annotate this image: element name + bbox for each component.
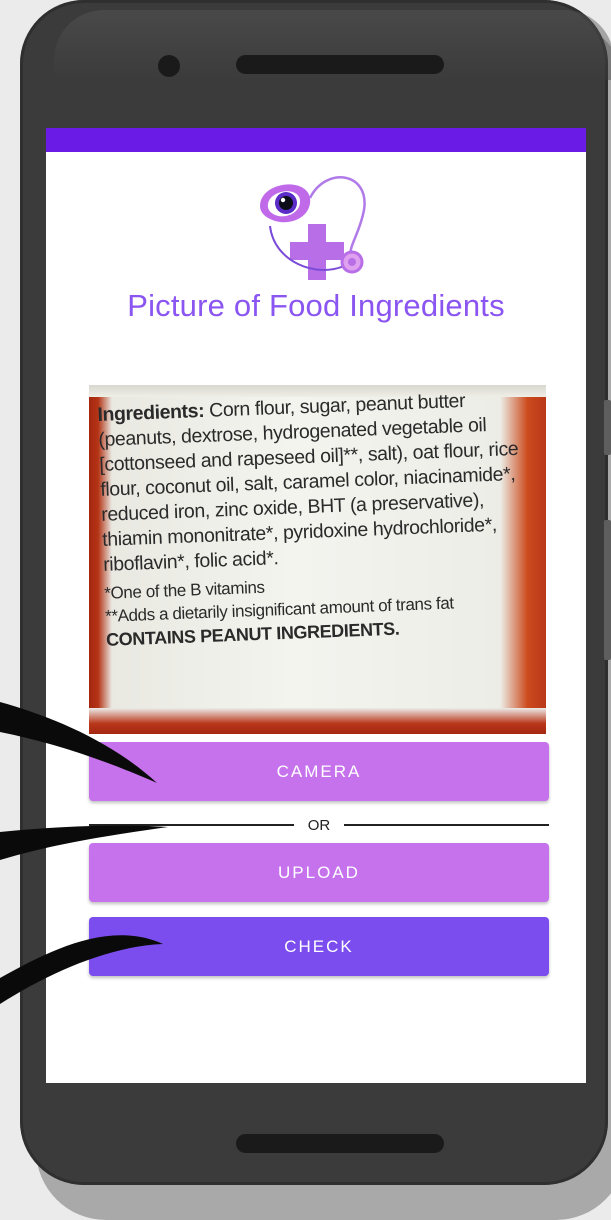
callout-pointers	[0, 702, 168, 1004]
pointer-check	[0, 935, 163, 1004]
pointer-upload	[0, 825, 168, 860]
pointer-camera	[0, 702, 157, 783]
